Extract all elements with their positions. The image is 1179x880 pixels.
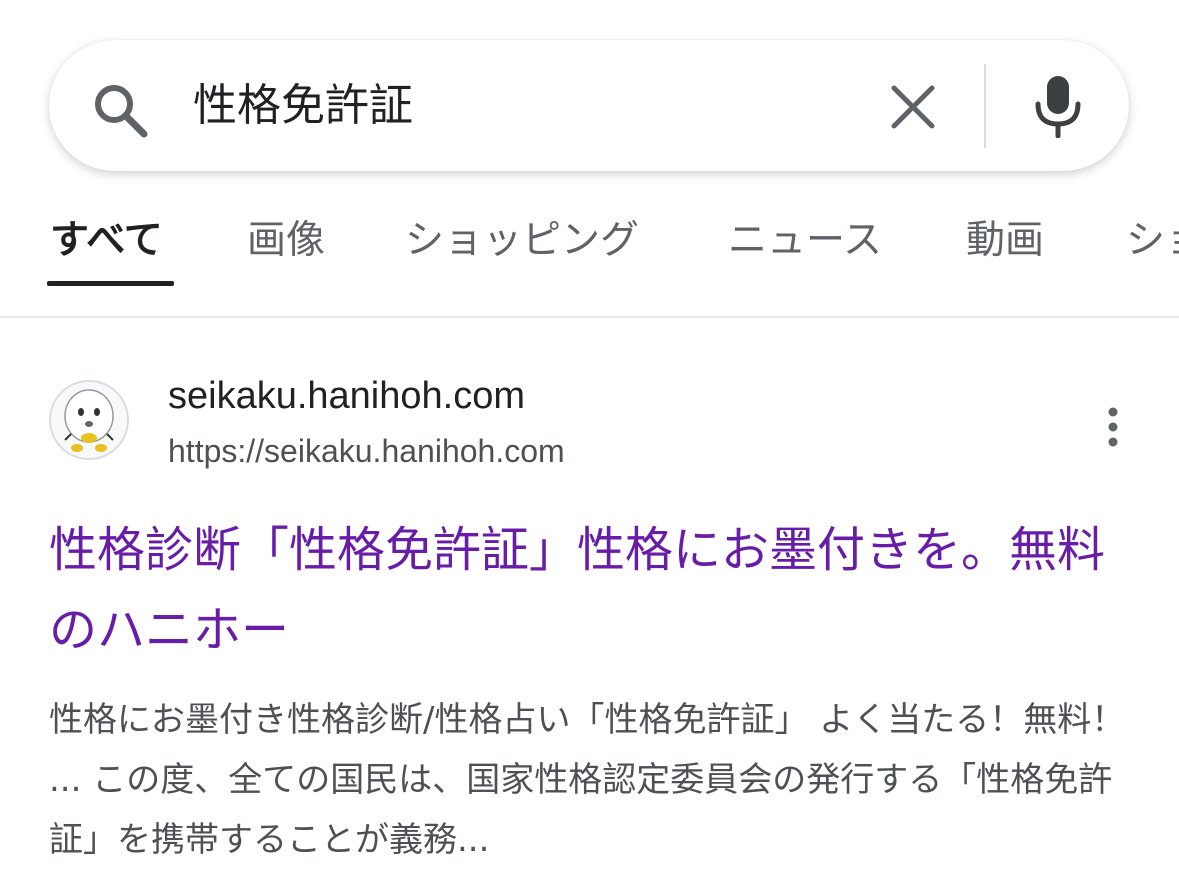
tabs-divider	[0, 316, 1179, 318]
result-site-name[interactable]: seikaku.hanihoh.com	[168, 372, 525, 420]
tab-videos[interactable]: 動画	[966, 206, 1044, 276]
tab-more-cut-off[interactable]: ショ	[1126, 206, 1179, 276]
mascot-icon	[64, 389, 114, 452]
active-tab-indicator	[47, 281, 174, 286]
tab-news[interactable]: ニュース	[728, 206, 882, 276]
search-icon[interactable]	[90, 80, 150, 140]
microphone-icon[interactable]	[1030, 74, 1086, 138]
tab-all[interactable]: すべて	[50, 206, 163, 276]
tab-shopping[interactable]: ショッピング	[405, 206, 639, 276]
site-favicon[interactable]	[49, 380, 129, 460]
result-snippet: 性格にお墨付き性格診断/性格占い「性格免許証」 よく当たる！無料！ ... この…	[49, 700, 1126, 860]
search-bar-divider	[984, 64, 986, 148]
tab-images[interactable]: 画像	[247, 206, 325, 276]
result-url[interactable]: https://seikaku.hanihoh.com	[168, 430, 565, 472]
search-input[interactable]: 性格免許証	[193, 71, 413, 141]
search-results-page: 性格免許証 すべて 画像 ショッピング ニュース 動画 ショ seikaku	[0, 0, 1179, 880]
search-tabs: すべて 画像 ショッピング ニュース 動画 ショ	[0, 206, 1179, 286]
more-vertical-icon[interactable]	[1098, 404, 1128, 450]
close-icon[interactable]	[888, 82, 938, 132]
result-title-link[interactable]: 性格診断「性格免許証」性格にお墨付きを。無料のハニホー	[49, 510, 1139, 670]
